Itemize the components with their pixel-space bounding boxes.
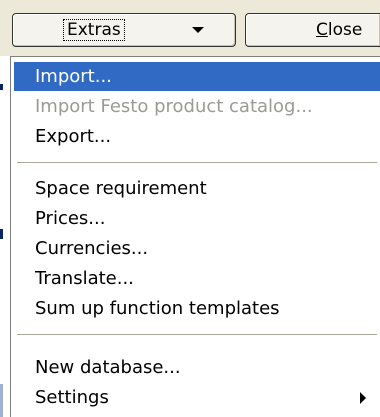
menu-item-prices[interactable]: Prices...: [14, 204, 380, 233]
menu-item-export[interactable]: Export...: [14, 122, 380, 151]
menu-item-currencies[interactable]: Currencies...: [14, 234, 380, 263]
menu-item-new-database[interactable]: New database...: [14, 353, 380, 382]
close-button[interactable]: Close: [245, 13, 380, 47]
menu-item-space-requirement[interactable]: Space requirement: [14, 174, 380, 203]
close-button-label: Close: [316, 20, 363, 40]
extras-dropdown-button[interactable]: Extras: [12, 13, 236, 47]
menu-separator: [17, 334, 377, 336]
extras-menu-screenshot: Extras Close Import... Import Festo prod…: [0, 0, 380, 417]
chevron-right-icon: [360, 392, 366, 404]
underlying-window-mark: [0, 384, 3, 417]
underlying-window-mark: [0, 84, 3, 90]
underlying-window-edge: [0, 56, 9, 417]
underlying-window-mark: [0, 229, 3, 239]
menu-item-settings[interactable]: Settings: [14, 383, 380, 412]
menu-item-settings-label: Settings: [35, 387, 109, 408]
menu-separator: [17, 162, 377, 164]
menu-item-import-festo-product-catalog[interactable]: Import Festo product catalog...: [14, 92, 380, 121]
menu-item-translate[interactable]: Translate...: [14, 264, 380, 293]
chevron-down-icon: [192, 27, 204, 33]
toolbar: Extras Close: [0, 0, 380, 56]
menu-item-import[interactable]: Import...: [14, 62, 380, 91]
extras-menu: Import... Import Festo product catalog..…: [10, 56, 380, 417]
extras-button-label: Extras: [63, 19, 125, 41]
menu-item-sum-up-function-templates[interactable]: Sum up function templates: [14, 294, 380, 323]
